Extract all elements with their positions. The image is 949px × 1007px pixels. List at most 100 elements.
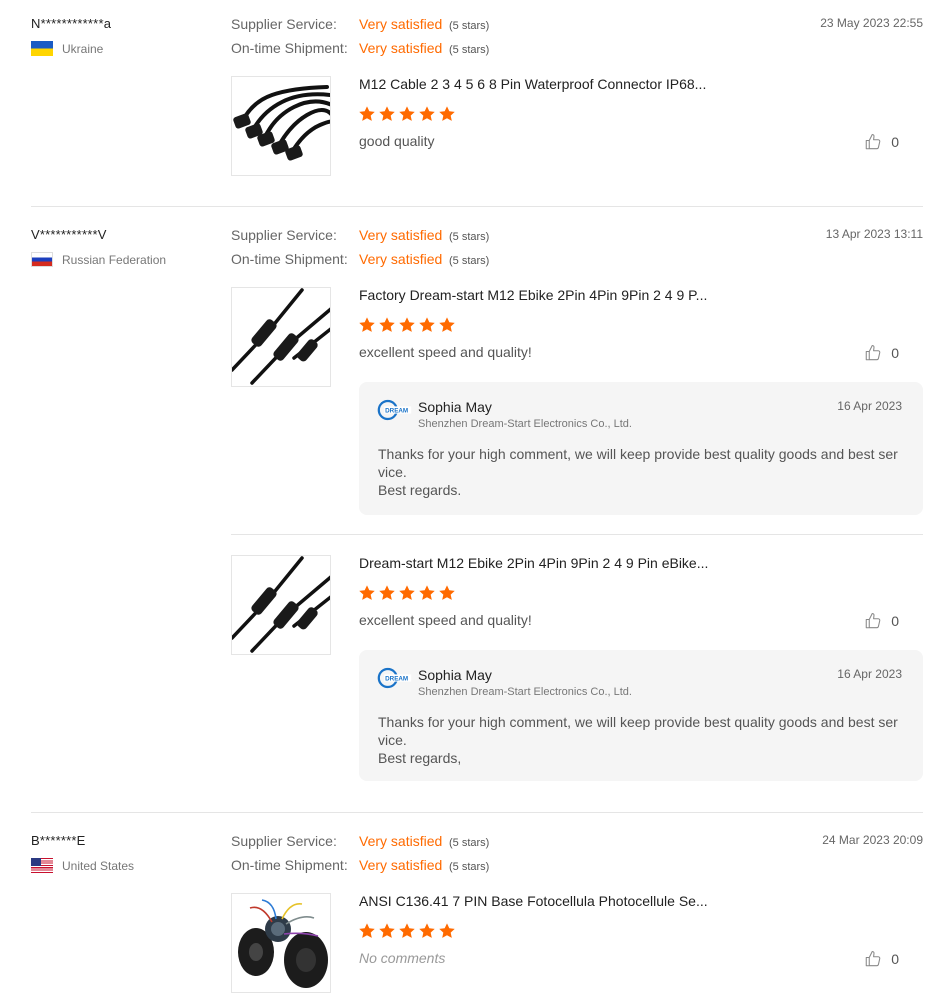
product-image bbox=[238, 899, 328, 988]
star-icon bbox=[398, 316, 416, 334]
star-icon bbox=[378, 316, 396, 334]
supplier-service-value: Very satisfied bbox=[359, 227, 443, 243]
star-icon bbox=[418, 922, 436, 940]
reply-company: Shenzhen Dream-Start Electronics Co., Lt… bbox=[418, 686, 632, 698]
ontime-shipment-value: Very satisfied bbox=[359, 857, 443, 873]
product-review: Factory Dream-start M12 Ebike 2Pin 4Pin … bbox=[231, 287, 923, 515]
star-icon bbox=[418, 105, 436, 123]
star-icon bbox=[358, 105, 376, 123]
like-count: 0 bbox=[891, 951, 899, 967]
supplier-service-row: Supplier Service: Very satisfied (5 star… bbox=[231, 227, 489, 243]
star-icon bbox=[398, 105, 416, 123]
flag-usa-icon bbox=[31, 858, 53, 873]
seller-reply: Sophia May Shenzhen Dream-Start Electron… bbox=[359, 650, 923, 781]
review-comment: No comments bbox=[359, 950, 446, 966]
thumbs-up-icon[interactable] bbox=[864, 612, 882, 630]
product-thumbnail[interactable] bbox=[231, 287, 331, 387]
star-icon bbox=[438, 105, 456, 123]
like-button[interactable]: 0 bbox=[864, 344, 899, 362]
supplier-service-value: Very satisfied bbox=[359, 833, 443, 849]
seller-logo-icon bbox=[377, 399, 413, 421]
product-review: ANSI C136.41 7 PIN Base Fotocellula Phot… bbox=[231, 893, 923, 993]
rating-stars bbox=[358, 584, 456, 602]
flag-ukraine-icon bbox=[31, 41, 53, 56]
product-title-link[interactable]: ANSI C136.41 7 PIN Base Fotocellula Phot… bbox=[359, 893, 708, 909]
reply-date: 16 Apr 2023 bbox=[837, 399, 902, 413]
reply-text-line: Best regards. bbox=[378, 482, 462, 498]
country-name: United States bbox=[62, 858, 135, 873]
product-title-link[interactable]: Dream-start M12 Ebike 2Pin 4Pin 9Pin 2 4… bbox=[359, 555, 708, 571]
reviewer-country: Russian Federation bbox=[31, 252, 166, 267]
reply-text-line: Best regards, bbox=[378, 750, 462, 766]
ontime-shipment-stars: (5 stars) bbox=[449, 255, 490, 267]
ontime-shipment-row: On-time Shipment: Very satisfied (5 star… bbox=[231, 40, 489, 56]
supplier-service-label: Supplier Service: bbox=[231, 227, 337, 243]
reply-text-line: Thanks for your high comment, we will ke… bbox=[378, 446, 898, 480]
star-icon bbox=[358, 584, 376, 602]
star-icon bbox=[358, 922, 376, 940]
product-thumbnail[interactable] bbox=[231, 555, 331, 655]
supplier-service-stars: (5 stars) bbox=[449, 20, 490, 32]
reply-text: Thanks for your high comment, we will ke… bbox=[378, 445, 902, 499]
star-icon bbox=[418, 584, 436, 602]
country-name: Ukraine bbox=[62, 41, 104, 56]
review-comment: excellent speed and quality! bbox=[359, 344, 532, 360]
star-icon bbox=[358, 316, 376, 334]
rating-stars bbox=[358, 922, 456, 940]
supplier-service-stars: (5 stars) bbox=[449, 837, 490, 849]
supplier-service-label: Supplier Service: bbox=[231, 16, 337, 32]
product-image bbox=[232, 556, 330, 653]
review-divider bbox=[31, 812, 923, 813]
reply-author: Sophia May bbox=[418, 667, 492, 683]
product-thumbnail[interactable] bbox=[231, 76, 331, 176]
rating-stars bbox=[358, 316, 456, 334]
product-thumbnail[interactable] bbox=[231, 893, 331, 993]
rating-stars bbox=[358, 105, 456, 123]
reviewer-name: B*******E bbox=[31, 833, 86, 848]
ontime-shipment-stars: (5 stars) bbox=[449, 44, 490, 56]
product-title-link[interactable]: Factory Dream-start M12 Ebike 2Pin 4Pin … bbox=[359, 287, 707, 303]
supplier-service-label: Supplier Service: bbox=[231, 833, 337, 849]
reply-text-line: Thanks for your high comment, we will ke… bbox=[378, 714, 898, 748]
ontime-shipment-label: On-time Shipment: bbox=[231, 40, 348, 56]
reviewer-name: V***********V bbox=[31, 227, 107, 242]
ontime-shipment-stars: (5 stars) bbox=[449, 861, 490, 873]
ontime-shipment-value: Very satisfied bbox=[359, 40, 443, 56]
reply-author: Sophia May bbox=[418, 399, 492, 415]
review-comment: excellent speed and quality! bbox=[359, 612, 532, 628]
reviewer-name: N************a bbox=[31, 16, 112, 31]
review-date: 23 May 2023 22:55 bbox=[820, 16, 923, 30]
supplier-service-value: Very satisfied bbox=[359, 16, 443, 32]
ontime-shipment-row: On-time Shipment: Very satisfied (5 star… bbox=[231, 857, 489, 873]
supplier-service-row: Supplier Service: Very satisfied (5 star… bbox=[231, 16, 489, 32]
star-icon bbox=[418, 316, 436, 334]
review-date: 13 Apr 2023 13:11 bbox=[825, 227, 923, 241]
product-image bbox=[232, 288, 330, 385]
reviewer-country: Ukraine bbox=[31, 41, 103, 56]
ontime-shipment-label: On-time Shipment: bbox=[231, 251, 348, 267]
star-icon bbox=[378, 105, 396, 123]
like-count: 0 bbox=[891, 345, 899, 361]
product-title-link[interactable]: M12 Cable 2 3 4 5 6 8 Pin Waterproof Con… bbox=[359, 76, 706, 92]
review-divider bbox=[31, 206, 923, 207]
thumbs-up-icon[interactable] bbox=[864, 133, 882, 151]
reply-text: Thanks for your high comment, we will ke… bbox=[378, 713, 902, 767]
like-count: 0 bbox=[891, 613, 899, 629]
product-divider bbox=[231, 534, 923, 535]
ontime-shipment-value: Very satisfied bbox=[359, 251, 443, 267]
star-icon bbox=[398, 584, 416, 602]
star-icon bbox=[438, 316, 456, 334]
like-button[interactable]: 0 bbox=[864, 612, 899, 630]
star-icon bbox=[438, 922, 456, 940]
product-image bbox=[233, 85, 330, 161]
supplier-service-row: Supplier Service: Very satisfied (5 star… bbox=[231, 833, 489, 849]
thumbs-up-icon[interactable] bbox=[864, 344, 882, 362]
thumbs-up-icon[interactable] bbox=[864, 950, 882, 968]
star-icon bbox=[398, 922, 416, 940]
product-review: M12 Cable 2 3 4 5 6 8 Pin Waterproof Con… bbox=[231, 76, 923, 176]
like-button[interactable]: 0 bbox=[864, 950, 899, 968]
like-button[interactable]: 0 bbox=[864, 133, 899, 151]
reviewer-country: United States bbox=[31, 858, 134, 873]
ontime-shipment-label: On-time Shipment: bbox=[231, 857, 348, 873]
star-icon bbox=[378, 584, 396, 602]
